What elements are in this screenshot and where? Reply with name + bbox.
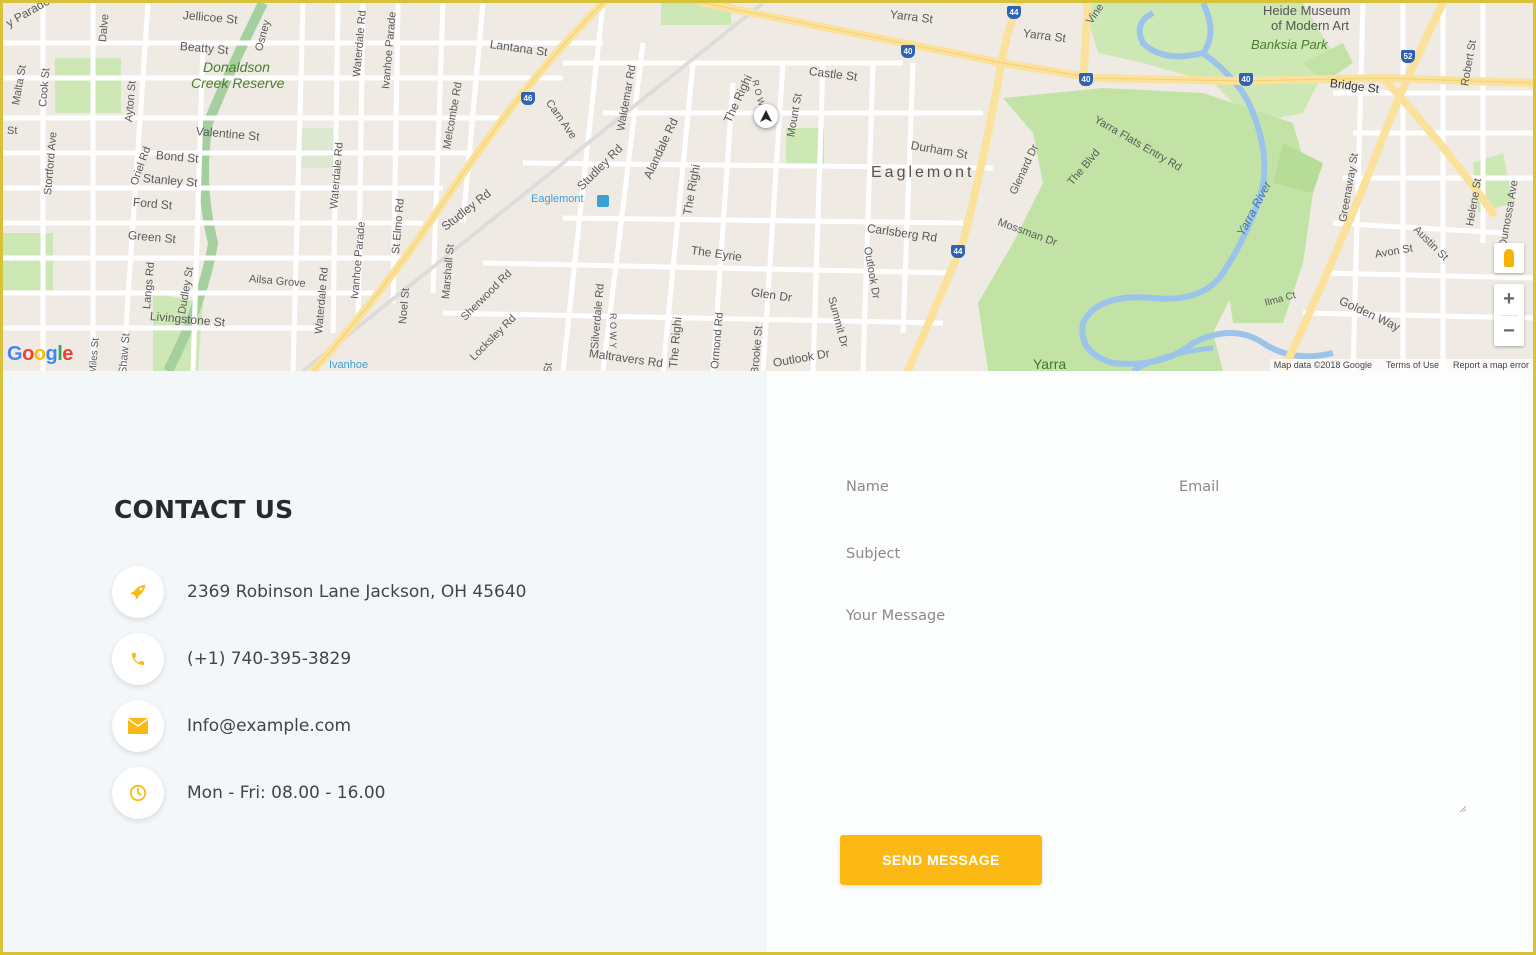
message-textarea[interactable] [846,608,1476,818]
map-label: Dalve [97,13,112,43]
map-label-park: Banksia Park [1251,37,1328,52]
map-label: St [542,362,555,371]
zoom-in-button[interactable]: + [1494,284,1524,315]
pegman-icon [1504,249,1514,267]
street-view-pegman-button[interactable] [1494,243,1524,273]
contact-address: 2369 Robinson Lane Jackson, OH 45640 [187,582,527,602]
map-label-poi: Heide Museum [1263,3,1351,18]
google-map[interactable]: y Parade Jellicoe St Beatty St Donaldson… [3,3,1533,371]
contact-hours-row: Mon - Fri: 08.00 - 16.00 [112,767,385,819]
contact-title: CONTACT US [114,495,294,524]
clock-icon [112,767,164,819]
contact-info-panel: CONTACT US 2369 Robinson Lane Jackson, O… [3,371,767,952]
contact-phone-row: (+1) 740-395-3829 [112,633,351,685]
phone-icon [112,633,164,685]
email-input[interactable] [1179,475,1479,499]
map-label-park: Donaldson [203,59,270,75]
envelope-icon [112,700,164,752]
send-message-button[interactable]: SEND MESSAGE [840,835,1042,885]
route-shield: 52 [1401,50,1415,63]
contact-address-row: 2369 Robinson Lane Jackson, OH 45640 [112,566,526,618]
map-label-station: Eaglemont [531,193,584,205]
route-shield: 40 [1239,73,1253,86]
report-map-error-link[interactable]: Report a map error [1453,359,1529,371]
contact-phone: (+1) 740-395-3829 [187,649,352,669]
train-station-icon [597,195,609,207]
terms-of-use-link[interactable]: Terms of Use [1386,359,1439,371]
navigation-arrow-icon [760,110,772,122]
map-label-poi: of Modern Art [1271,18,1350,33]
name-input[interactable] [846,475,1146,499]
route-shield: 44 [951,245,965,258]
contact-email: Info@example.com [187,716,352,736]
map-label-suburb: Eaglemont [871,164,975,181]
zoom-controls: + − [1494,284,1524,346]
map-label-station: Ivanhoe [329,359,369,371]
contact-hours: Mon - Fri: 08.00 - 16.00 [187,783,386,803]
zoom-out-button[interactable]: − [1494,316,1524,347]
map-location-marker[interactable] [754,104,778,128]
route-shield: 46 [521,92,535,105]
map-label: St [7,125,18,137]
map-attribution: Map data ©2018 Google Terms of Use Repor… [1269,359,1533,371]
contact-email-row: Info@example.com [112,700,351,752]
rocket-icon [112,566,164,618]
map-label-park: Creek Reserve [191,75,285,91]
page-frame: y Parade Jellicoe St Beatty St Donaldson… [3,3,1533,952]
map-data-credit: Map data ©2018 Google [1273,360,1372,370]
google-logo[interactable]: Google [7,343,73,366]
route-shield: 40 [901,45,915,58]
subject-input[interactable] [846,542,1476,566]
contact-form-panel: SEND MESSAGE [767,371,1533,952]
map-label-park: Yarra [1033,356,1067,371]
route-shield: 40 [1079,73,1093,86]
route-shield: 44 [1007,6,1021,19]
map-label: R O W Y [608,313,618,349]
textarea-resize-handle[interactable] [1457,803,1467,813]
